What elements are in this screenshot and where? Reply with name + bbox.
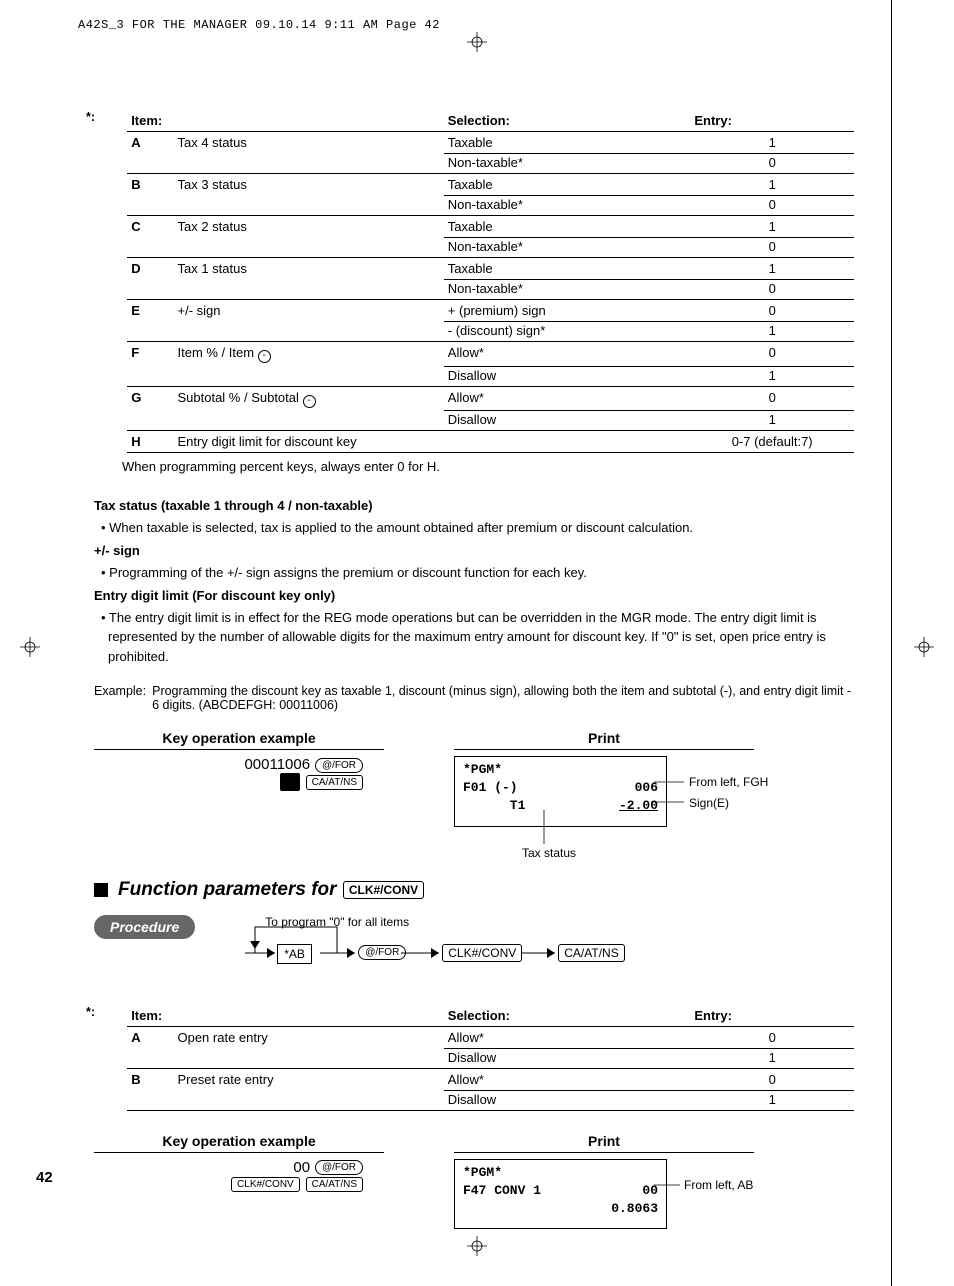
table-row: GSubtotal % / Subtotal -Allow*0	[94, 386, 854, 411]
table-row: FItem % / Item -Allow*0	[94, 342, 854, 367]
crop-mark-top	[467, 32, 487, 52]
anno-ab: From left, AB	[684, 1178, 753, 1192]
key-caatns: CA/AT/NS	[306, 775, 363, 790]
parameters-table-1: Item: Selection: Entry: ATax 4 statusTax…	[94, 110, 854, 453]
page-number: 42	[36, 1169, 53, 1186]
table-row: BPreset rate entryAllow*0	[94, 1068, 854, 1090]
body-text: Tax status (taxable 1 through 4 / non-ta…	[94, 496, 854, 666]
receipt-1: *PGM* F01 (-)006 T1-2.00	[454, 756, 667, 827]
key-sequence-2: 00 @/FOR CLK#/CONV CA/AT/NS	[94, 1159, 384, 1193]
print-title-2: Print	[454, 1133, 754, 1153]
star-label-1: *:	[86, 110, 95, 124]
flow-ab: *AB	[277, 944, 312, 964]
table-row: Non-taxable*0	[94, 280, 854, 300]
table-row: Non-taxable*0	[94, 154, 854, 174]
crop-mark-right	[914, 637, 934, 657]
heading-sign: +/- sign	[94, 541, 854, 561]
section-marker-icon	[94, 883, 108, 897]
table-row: Disallow1	[94, 411, 854, 431]
heading-entry-limit: Entry digit limit (For discount key only…	[94, 586, 854, 606]
section-clk-conv: Function parameters for CLK#/CONV Proced…	[94, 879, 854, 975]
table-row: CTax 2 statusTaxable1	[94, 216, 854, 238]
example-2: Key operation example 00 @/FOR CLK#/CONV…	[94, 1133, 854, 1230]
table-row: HEntry digit limit for discount key0-7 (…	[94, 431, 854, 453]
heading-tax-status: Tax status (taxable 1 through 4 / non-ta…	[94, 496, 854, 516]
crop-mark-left	[20, 637, 40, 657]
table-row: Disallow1	[94, 366, 854, 386]
section-title-text: Function parameters for	[118, 879, 337, 900]
print-title-1: Print	[454, 730, 754, 750]
key-op-title-1: Key operation example	[94, 730, 384, 750]
table-row: Non-taxable*0	[94, 238, 854, 258]
key-conv-2: CLK#/CONV	[231, 1177, 300, 1192]
table-row: Disallow1	[94, 1048, 854, 1068]
example-label: Example:	[94, 684, 146, 712]
table-row: BTax 3 statusTaxable1	[94, 174, 854, 196]
receipt-2: *PGM* F47 CONV 100 0.8063	[454, 1159, 667, 1230]
table-row: ATax 4 statusTaxable1	[94, 132, 854, 154]
star-label-2: *:	[86, 1005, 95, 1019]
table-row: DTax 1 statusTaxable1	[94, 258, 854, 280]
table-row: Non-taxable*0	[94, 196, 854, 216]
crop-mark-bottom	[467, 1236, 487, 1256]
side-rule	[890, 0, 892, 1286]
flow-caat: CA/AT/NS	[558, 944, 624, 962]
anno-fgh: From left, FGH	[689, 775, 768, 789]
key-op-title-2: Key operation example	[94, 1133, 384, 1153]
table-row: E+/- sign+ (premium) sign0	[94, 300, 854, 322]
bullet-sign: • Programming of the +/- sign assigns th…	[94, 563, 854, 583]
flow-conv: CLK#/CONV	[442, 944, 522, 962]
procedure-diagram: To program "0" for all items	[215, 915, 854, 975]
table-row: AOpen rate entryAllow*0	[94, 1026, 854, 1048]
table-row: Disallow1	[94, 1090, 854, 1110]
key-for-2: @/FOR	[315, 1160, 363, 1175]
procedure-badge: Procedure	[94, 915, 195, 939]
table-row: - (discount) sign*1	[94, 322, 854, 342]
key-minus: ⊖	[280, 773, 300, 791]
anno-sign: Sign(E)	[689, 796, 729, 810]
bullet-tax-status: • When taxable is selected, tax is appli…	[94, 518, 854, 538]
print-header: A42S_3 FOR THE MANAGER 09.10.14 9:11 AM …	[78, 18, 440, 32]
bullet-entry-limit: • The entry digit limit is in effect for…	[94, 608, 854, 667]
key-sequence-1: 00011006 @/FOR ⊖ CA/AT/NS	[94, 756, 384, 791]
table1-note: When programming percent keys, always en…	[122, 459, 854, 474]
key-caatns-2: CA/AT/NS	[306, 1177, 363, 1192]
example-text: Programming the discount key as taxable …	[152, 684, 854, 712]
parameters-table-2: Item: Selection: Entry: AOpen rate entry…	[94, 1005, 854, 1111]
example-1: Example: Programming the discount key as…	[94, 684, 854, 827]
key-for: @/FOR	[315, 758, 363, 773]
key-clkconv: CLK#/CONV	[343, 881, 424, 899]
anno-taxstatus: Tax status	[522, 846, 576, 860]
flow-for: @/FOR	[358, 945, 406, 960]
